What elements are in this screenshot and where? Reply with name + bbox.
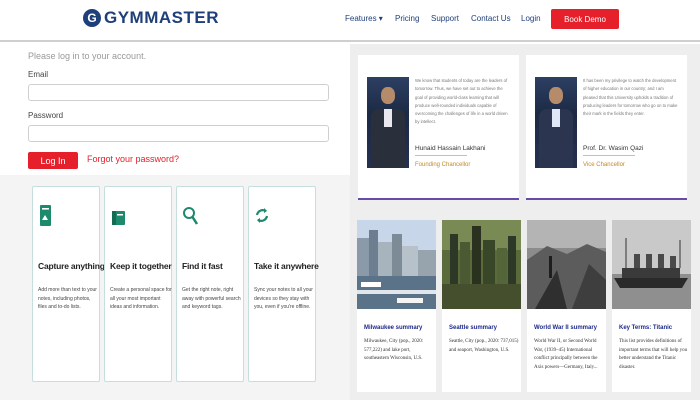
vice-chancellor-role: Vice Chancellor (583, 162, 625, 168)
email-field[interactable] (28, 84, 329, 101)
article-desc: World War II, or Second World War, (1939… (534, 339, 598, 370)
article-title[interactable]: Key Terms: Titanic (619, 325, 672, 331)
forgot-password-link[interactable]: Forgot your password? (87, 154, 179, 164)
logo-mark-icon: G (83, 9, 101, 27)
article-title[interactable]: World War II summary (534, 325, 597, 331)
article-title[interactable]: Seattle summary (449, 325, 497, 331)
world-war-photo (527, 220, 606, 309)
article-desc: This list provides definitions of import… (619, 339, 688, 370)
search-icon (183, 207, 198, 225)
chancellor-quote: We know that students of today are the l… (415, 78, 508, 125)
feature-title: Keep it together (110, 261, 172, 271)
vice-chancellor-card: It has been my privilege to watch the de… (526, 55, 687, 200)
article-desc: Milwaukee, City (pop., 2020: 577,222) an… (364, 339, 424, 361)
login-button[interactable]: Log In (28, 152, 78, 169)
logo-text: GYMMASTER (104, 8, 219, 27)
notebook-icon (112, 211, 125, 225)
milwaukee-photo (357, 220, 436, 309)
portrait-face (549, 87, 563, 104)
nav-support[interactable]: Support (431, 14, 459, 23)
vice-chancellor-quote: It has been my privilege to watch the de… (583, 78, 678, 117)
feature-card-capture: Capture anything Add more than text to y… (32, 186, 105, 382)
feature-title: Find it fast (182, 261, 223, 271)
note-page-icon (40, 205, 51, 226)
gymmaster-logo[interactable]: G GYMMASTER (83, 8, 219, 27)
feature-desc: Create a personal space for all your mos… (110, 287, 172, 311)
chancellor-role: Founding Chancellor (415, 162, 471, 168)
chancellor-photo (367, 77, 409, 168)
chancellor-name: Hunaid Hassain Lakhani (415, 145, 486, 152)
vice-chancellor-name: Prof. Dr. Wasim Qazi (583, 145, 644, 152)
feature-title: Capture anything (38, 261, 105, 271)
name-divider (583, 155, 635, 156)
titanic-photo (612, 220, 691, 309)
feature-card-find: Find it fast Get the right note, right a… (176, 186, 244, 382)
nav-login[interactable]: Login (521, 14, 541, 23)
feature-card-take: Take it anywhere Sync your notes to all … (248, 186, 319, 382)
feature-desc: Add more than text to your notes, includ… (38, 287, 97, 311)
password-label: Password (28, 111, 64, 120)
book-demo-button[interactable]: Book Demo (551, 9, 619, 29)
feature-desc: Get the right note, right away with powe… (182, 287, 241, 311)
vice-chancellor-photo (535, 77, 577, 168)
article-card-titanic[interactable]: Key Terms: Titanic This list provides de… (612, 220, 691, 392)
nav-pricing[interactable]: Pricing (395, 14, 419, 23)
feature-desc: Sync your notes to all your devices so t… (254, 287, 313, 311)
feature-title: Take it anywhere (254, 261, 319, 271)
email-label: Email (28, 70, 49, 79)
password-field[interactable] (28, 125, 329, 142)
portrait-shirt (552, 109, 560, 127)
chancellor-card: We know that students of today are the l… (358, 55, 519, 200)
feature-card-keep: Keep it together Create a personal space… (104, 186, 172, 382)
portrait-shirt (384, 109, 392, 127)
portrait-face (381, 87, 395, 104)
article-title[interactable]: Milwaukee summary (364, 325, 422, 331)
login-intro: Please log in to your account. (28, 51, 147, 61)
top-header: G GYMMASTER Features ▾ Pricing Support C… (0, 0, 700, 42)
article-desc: Seattle, City (pop., 2020: 737,015) and … (449, 339, 519, 353)
article-card-ww2[interactable]: World War II summary World War II, or Se… (527, 220, 606, 392)
seattle-photo (442, 220, 521, 309)
nav-features[interactable]: Features ▾ (345, 14, 383, 23)
name-divider (415, 155, 467, 156)
sync-icon (255, 208, 269, 223)
nav-contact-us[interactable]: Contact Us (471, 14, 511, 23)
article-card-milwaukee[interactable]: Milwaukee summary Milwaukee, City (pop.,… (357, 220, 436, 392)
article-card-seattle[interactable]: Seattle summary Seattle, City (pop., 202… (442, 220, 521, 392)
